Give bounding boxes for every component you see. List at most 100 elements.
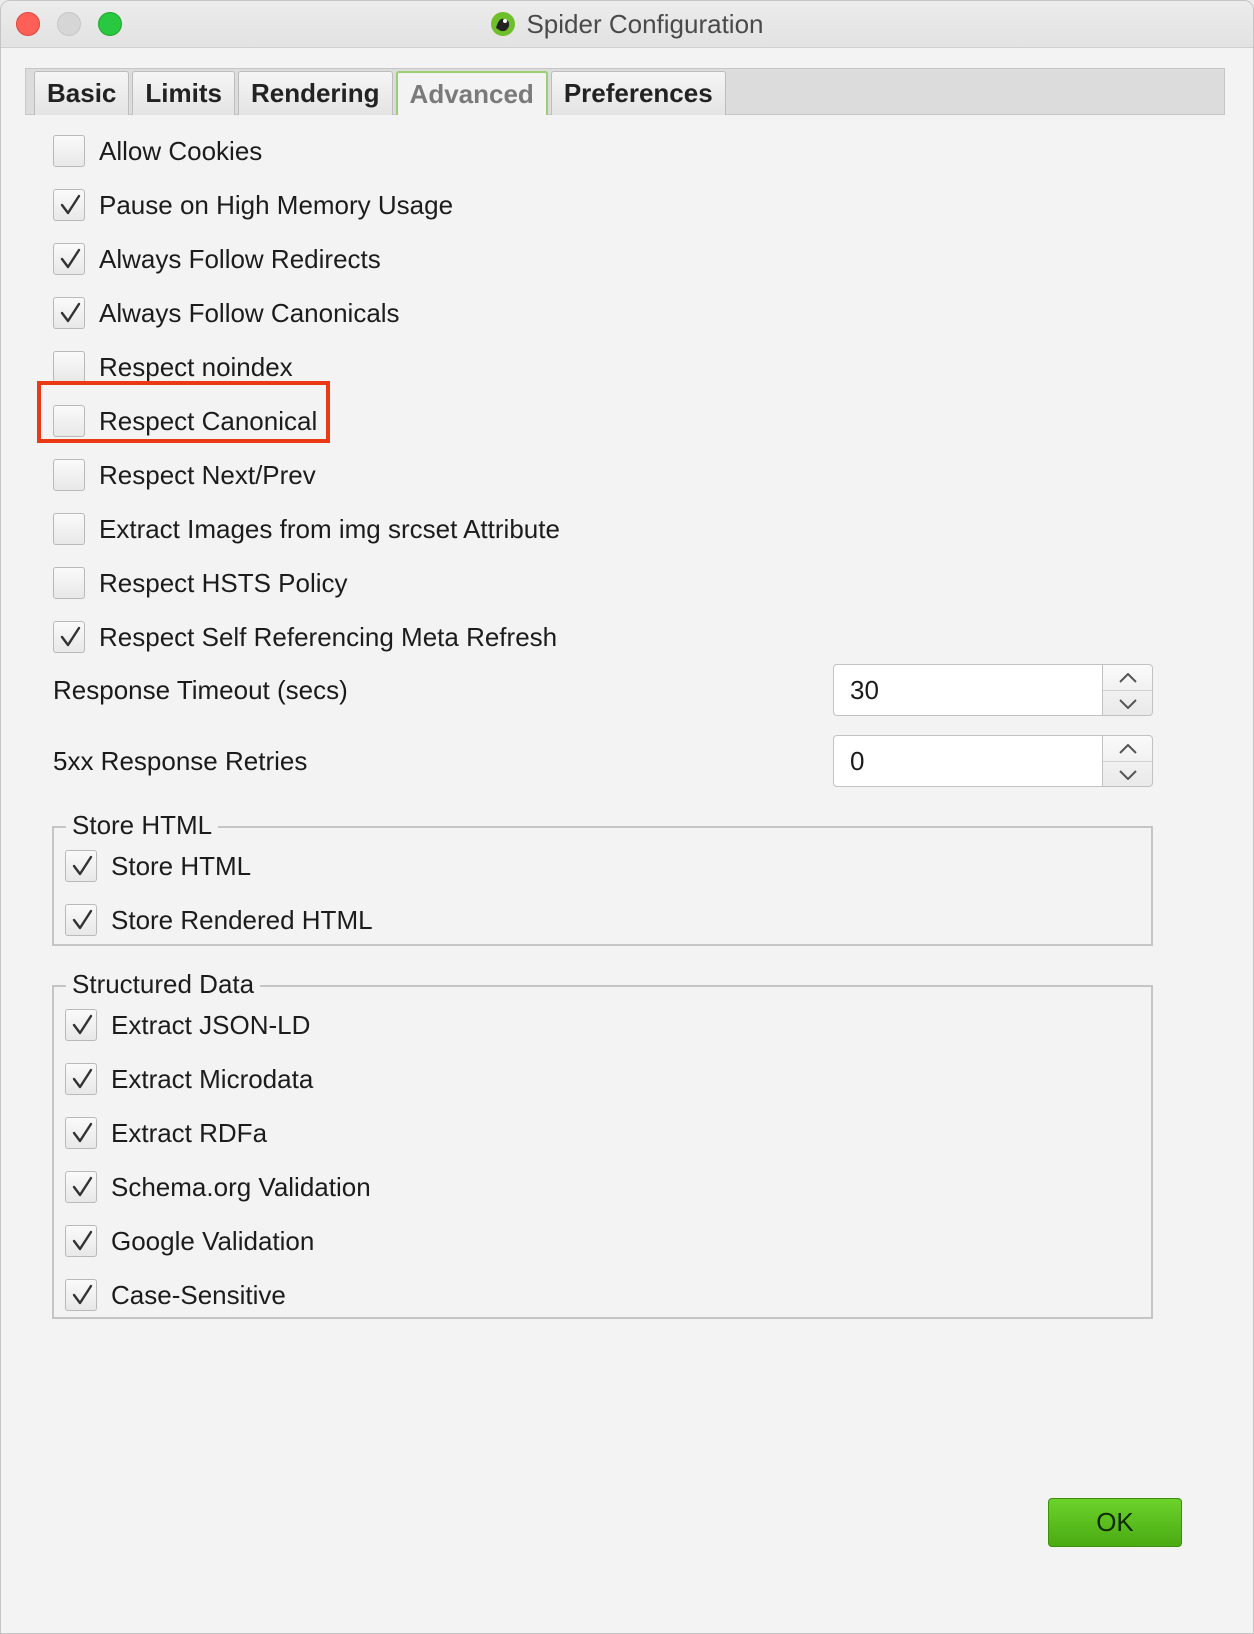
structured-data-options-list: Extract JSON-LD Extract Microdata Extract … <box>65 998 371 1322</box>
checkbox[interactable] <box>53 567 85 599</box>
increment-button[interactable] <box>1103 736 1152 762</box>
tab-preferences[interactable]: Preferences <box>550 71 726 115</box>
checkmark-icon <box>72 1284 93 1305</box>
tab-basic[interactable]: Basic <box>34 71 130 115</box>
checkbox[interactable] <box>65 1225 97 1257</box>
chevron-down-icon <box>1118 769 1137 780</box>
option-label: Schema.org Validation <box>111 1171 371 1202</box>
option-always-follow-canonicals[interactable]: Always Follow Canonicals <box>53 286 560 340</box>
option-pause-on-high-memory-usage[interactable]: Pause on High Memory Usage <box>53 178 560 232</box>
spider-frog-icon <box>491 12 516 36</box>
checkbox[interactable] <box>53 621 85 653</box>
option-respect-next-prev[interactable]: Respect Next/Prev <box>53 448 560 502</box>
checkmark-icon <box>72 909 93 930</box>
option-extract-microdata[interactable]: Extract Microdata <box>65 1052 371 1106</box>
checkbox[interactable] <box>53 189 85 221</box>
option-respect-noindex[interactable]: Respect noindex <box>53 340 560 394</box>
group-title: Structured Data <box>66 969 261 999</box>
checkbox[interactable] <box>53 351 85 383</box>
option-label: Respect noindex <box>99 351 293 382</box>
structured-data-group: Structured Data Extract JSON-LD Extract M… <box>52 969 1153 1322</box>
option-label: Respect HSTS Policy <box>99 567 348 598</box>
window-title: Spider Configuration <box>526 8 764 39</box>
spider-configuration-window: Spider Configuration Basic Limits Renderin… <box>0 0 1254 1634</box>
response-timeout-row: Response Timeout (secs) 30 <box>53 664 1153 716</box>
store-html-group: Store HTML Store HTML Store Rendered HTML <box>52 810 1153 947</box>
option-label: Extract JSON-LD <box>111 1009 311 1040</box>
chevron-up-icon <box>1118 743 1137 754</box>
chevron-down-icon <box>1118 698 1137 709</box>
checkmark-icon <box>60 626 81 647</box>
response-timeout-label: Response Timeout (secs) <box>53 675 348 705</box>
response-retries-stepper[interactable] <box>1103 735 1153 787</box>
option-respect-canonical[interactable]: Respect Canonical <box>53 394 560 448</box>
response-retries-input[interactable]: 0 <box>833 735 1103 787</box>
option-label: Extract Microdata <box>111 1063 314 1094</box>
tab-limits[interactable]: Limits <box>132 71 235 115</box>
decrement-button[interactable] <box>1103 762 1152 787</box>
checkbox[interactable] <box>65 1117 97 1149</box>
response-retries-row: 5xx Response Retries 0 <box>53 735 1153 787</box>
option-label: Google Validation <box>111 1225 315 1256</box>
checkbox[interactable] <box>65 1171 97 1203</box>
advanced-options-list: Allow Cookies Pause on High Memory Usage A… <box>53 124 560 664</box>
checkmark-icon <box>72 1068 93 1089</box>
checkbox[interactable] <box>53 297 85 329</box>
option-extract-json-ld[interactable]: Extract JSON-LD <box>65 998 371 1052</box>
checkmark-icon <box>60 302 81 323</box>
checkmark-icon <box>72 855 93 876</box>
option-schema-org-validation[interactable]: Schema.org Validation <box>65 1160 371 1214</box>
checkbox[interactable] <box>65 904 97 936</box>
option-label: Always Follow Canonicals <box>99 297 400 328</box>
option-allow-cookies[interactable]: Allow Cookies <box>53 124 560 178</box>
tab-list: Basic Limits Rendering Advanced Preferences <box>34 71 726 115</box>
increment-button[interactable] <box>1103 665 1152 691</box>
tab-rendering[interactable]: Rendering <box>237 71 393 115</box>
checkbox[interactable] <box>53 459 85 491</box>
decrement-button[interactable] <box>1103 691 1152 716</box>
response-timeout-stepper[interactable] <box>1103 664 1153 716</box>
option-label: Pause on High Memory Usage <box>99 189 454 220</box>
checkmark-icon <box>72 1014 93 1035</box>
checkmark-icon <box>60 194 81 215</box>
option-store-rendered-html[interactable]: Store Rendered HTML <box>65 893 373 947</box>
tab-advanced[interactable]: Advanced <box>395 71 548 115</box>
checkbox[interactable] <box>53 135 85 167</box>
option-respect-self-referencing-meta-refresh[interactable]: Respect Self Referencing Meta Refresh <box>53 610 560 664</box>
title-bar[interactable]: Spider Configuration <box>1 1 1253 48</box>
checkbox[interactable] <box>53 405 85 437</box>
option-store-html[interactable]: Store HTML <box>65 839 373 893</box>
option-label: Store HTML <box>111 850 252 881</box>
checkmark-icon <box>72 1230 93 1251</box>
chevron-up-icon <box>1118 672 1137 683</box>
checkbox[interactable] <box>53 243 85 275</box>
option-label: Respect Next/Prev <box>99 459 316 490</box>
checkbox[interactable] <box>65 1009 97 1041</box>
option-respect-hsts-policy[interactable]: Respect HSTS Policy <box>53 556 560 610</box>
option-google-validation[interactable]: Google Validation <box>65 1214 371 1268</box>
group-title: Store HTML <box>66 810 219 840</box>
option-label: Respect Self Referencing Meta Refresh <box>99 621 558 652</box>
ok-button[interactable]: OK <box>1048 1498 1182 1547</box>
option-case-sensitive[interactable]: Case-Sensitive <box>65 1268 371 1322</box>
checkbox[interactable] <box>65 850 97 882</box>
option-label: Respect Canonical <box>99 405 318 436</box>
response-timeout-input[interactable]: 30 <box>833 664 1103 716</box>
option-always-follow-redirects[interactable]: Always Follow Redirects <box>53 232 560 286</box>
checkmark-icon <box>60 248 81 269</box>
option-label: Case-Sensitive <box>111 1279 286 1310</box>
option-label: Store Rendered HTML <box>111 904 373 935</box>
option-extract-images-from-img-srcset-attribute[interactable]: Extract Images from img srcset Attribute <box>53 502 560 556</box>
checkmark-icon <box>72 1122 93 1143</box>
checkmark-icon <box>72 1176 93 1197</box>
option-label: Allow Cookies <box>99 135 263 166</box>
checkbox[interactable] <box>65 1063 97 1095</box>
option-label: Extract RDFa <box>111 1117 268 1148</box>
option-label: Extract Images from img srcset Attribute <box>99 513 560 544</box>
checkbox[interactable] <box>53 513 85 545</box>
checkbox[interactable] <box>65 1279 97 1311</box>
response-retries-label: 5xx Response Retries <box>53 746 308 776</box>
option-extract-rdfa[interactable]: Extract RDFa <box>65 1106 371 1160</box>
store-html-options-list: Store HTML Store Rendered HTML <box>65 839 373 947</box>
option-label: Always Follow Redirects <box>99 243 381 274</box>
